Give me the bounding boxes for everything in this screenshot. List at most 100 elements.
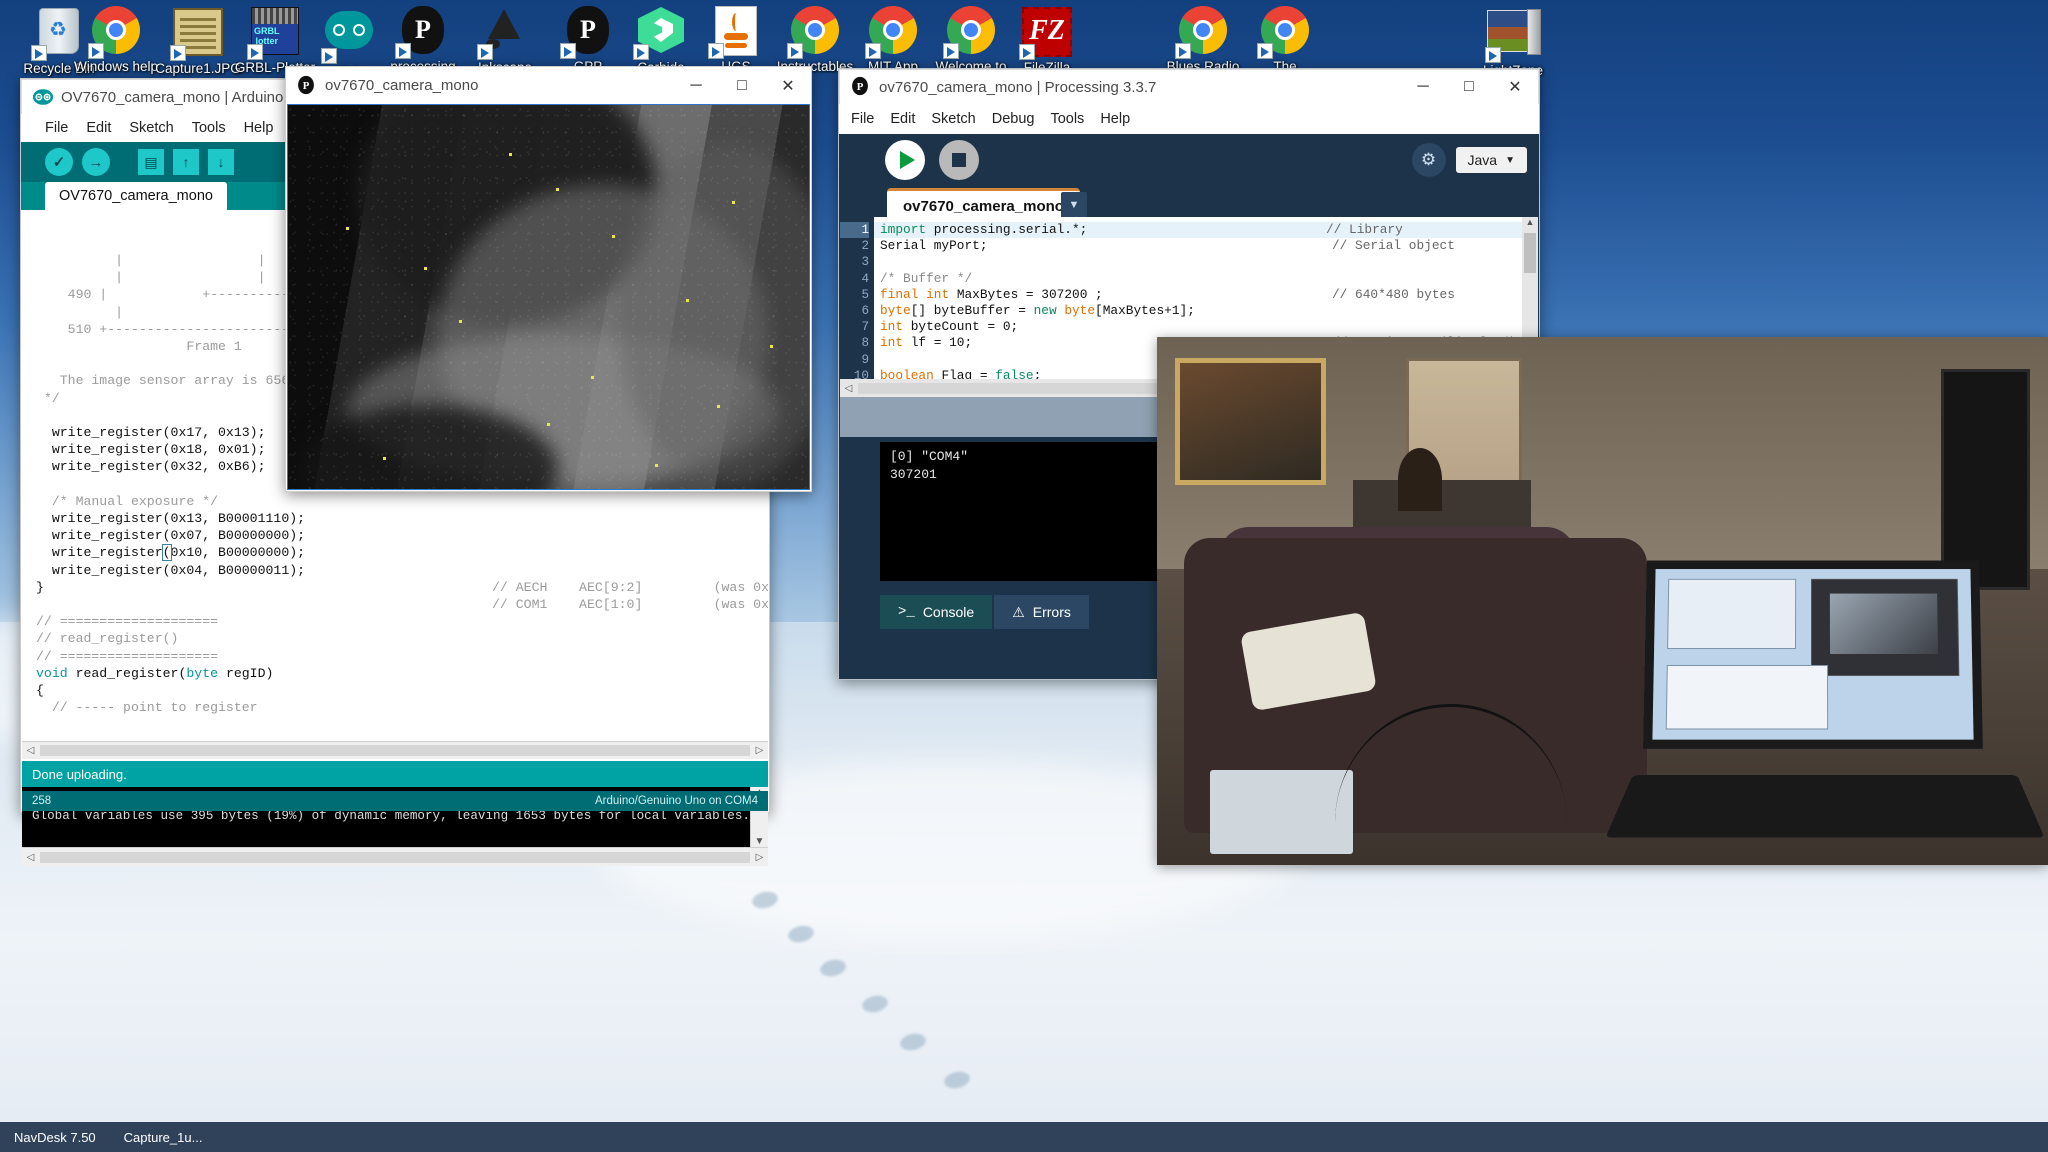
desktop-icon-filezilla[interactable]: FZFileZilla: [994, 4, 1100, 75]
arduino-console-hscrollbar[interactable]: ◁ ▷: [22, 847, 768, 866]
scroll-track[interactable]: [40, 745, 750, 756]
tab-ov7670-camera-mono[interactable]: OV7670_camera_mono: [45, 182, 227, 210]
menu-edit[interactable]: Edit: [890, 111, 915, 127]
arduino-editor-hscrollbar[interactable]: ◁ ▷: [22, 741, 768, 759]
menu-help[interactable]: Help: [244, 120, 274, 136]
menu-tools[interactable]: Tools: [1050, 111, 1084, 127]
code-line-comment: // 640*480 bytes: [1332, 286, 1455, 302]
grbl-plotter-icon: GRBL lotter: [247, 7, 301, 60]
line-number: 9: [861, 352, 869, 367]
java-jar-icon: [708, 6, 762, 59]
warning-icon: ⚠: [1012, 603, 1025, 620]
maximize-button[interactable]: □: [719, 67, 765, 104]
scroll-track[interactable]: [40, 851, 750, 863]
code-line: import processing.serial.*;// Library: [874, 222, 1538, 239]
svg-text:P: P: [303, 80, 310, 92]
arduino-inline-comment-aech: // AECH AEC[9:2] (was 0x40) Change AECH[…: [492, 580, 768, 595]
scroll-left-icon[interactable]: ◁: [840, 383, 857, 394]
close-button[interactable]: ✕: [765, 67, 811, 104]
camera-window-title: ov7670_camera_mono: [325, 77, 479, 94]
line-number: 3: [861, 255, 869, 270]
carbide-icon: [633, 7, 687, 60]
scroll-right-icon[interactable]: ▷: [751, 745, 768, 756]
stop-button[interactable]: [939, 140, 979, 180]
scroll-left-icon[interactable]: ◁: [22, 852, 39, 863]
board-port-label: Arduino/Genuino Uno on COM4: [594, 795, 758, 807]
code-line: /* Buffer */: [880, 270, 973, 286]
processing-icon: P: [296, 75, 318, 97]
image-file-icon: [170, 8, 224, 61]
camera-window-buttons[interactable]: ─ □ ✕: [673, 67, 811, 104]
processing-window-buttons[interactable]: ─ □ ✕: [1400, 70, 1538, 104]
mode-selector[interactable]: Java ▼: [1455, 147, 1527, 173]
line-number: 2: [861, 239, 869, 254]
run-button[interactable]: [885, 140, 925, 180]
code-line-comment: // Serial object: [1332, 238, 1455, 254]
upload-button[interactable]: →: [82, 148, 110, 176]
scroll-thumb[interactable]: [1524, 233, 1536, 273]
tab-errors[interactable]: ⚠ Errors: [994, 595, 1089, 629]
camera-titlebar[interactable]: P ov7670_camera_mono ─ □ ✕: [286, 67, 811, 104]
camera-image-noise: [288, 105, 809, 489]
line-number: 10: [853, 368, 869, 379]
line-number: 6: [861, 304, 869, 319]
chrome-icon: [943, 6, 997, 59]
menu-debug[interactable]: Debug: [992, 111, 1035, 127]
processing-menubar[interactable]: File Edit Sketch Debug Tools Help: [839, 104, 1539, 134]
processing-mode-group[interactable]: ⚙ Java ▼: [1411, 143, 1539, 177]
menu-file[interactable]: File: [45, 120, 68, 136]
menu-file[interactable]: File: [851, 111, 874, 127]
arduino-window-title: OV7670_camera_mono | Arduino 1.8.7: [61, 88, 321, 106]
processing-icon: P: [560, 6, 614, 59]
taskbar-item-navdesk[interactable]: NavDesk 7.50: [0, 1122, 110, 1152]
menu-tools[interactable]: Tools: [192, 120, 226, 136]
maximize-button[interactable]: □: [1446, 70, 1492, 104]
minimize-button[interactable]: ─: [1400, 70, 1446, 104]
code-line: int byteCount = 0;: [880, 319, 1019, 335]
arduino-icon: [321, 11, 375, 64]
chrome-icon: [88, 6, 142, 59]
code-line: Serial myPort;// Serial object: [880, 238, 1455, 254]
photo-laptop-screen: [1643, 560, 1983, 749]
processing-titlebar[interactable]: P ov7670_camera_mono | Processing 3.3.7 …: [839, 69, 1539, 104]
chrome-icon: [865, 6, 919, 59]
scroll-down-icon[interactable]: ▼: [755, 836, 765, 847]
camera-image-canvas: [287, 104, 810, 490]
processing-icon: P: [850, 76, 872, 98]
desktop-icon-lightzone[interactable]: LightZone: [1460, 4, 1566, 78]
scroll-left-icon[interactable]: ◁: [22, 745, 39, 756]
verify-button[interactable]: ✓: [45, 148, 73, 176]
processing-toolbar[interactable]: ⚙ Java ▼: [839, 134, 1539, 186]
mode-label: Java: [1467, 152, 1498, 168]
scroll-up-icon[interactable]: ▲: [1522, 217, 1538, 233]
menu-help[interactable]: Help: [1100, 111, 1130, 127]
menu-edit[interactable]: Edit: [86, 120, 111, 136]
open-sketch-button[interactable]: ↑: [173, 149, 199, 175]
photo-laptop-screen-content: [1652, 568, 1974, 740]
camera-preview-window[interactable]: P ov7670_camera_mono ─ □ ✕: [285, 66, 812, 492]
save-sketch-button[interactable]: ↓: [208, 149, 234, 175]
tab-menu-button[interactable]: ▼: [1061, 192, 1087, 218]
arduino-inline-comment-com1: // COM1 AEC[1:0] (was 0x00) Change COM1[…: [492, 597, 768, 612]
close-button[interactable]: ✕: [1492, 70, 1538, 104]
tab-console[interactable]: >_ Console: [880, 595, 993, 629]
scroll-right-icon[interactable]: ▷: [751, 852, 768, 863]
tab-console-label: Console: [922, 604, 975, 620]
processing-icon: P: [395, 6, 449, 59]
taskbar[interactable]: NavDesk 7.50 Capture_1u...: [0, 1122, 2048, 1152]
menu-sketch[interactable]: Sketch: [931, 111, 975, 127]
photo-framed-picture: [1174, 358, 1327, 485]
photo-laptop: [1605, 559, 2045, 855]
minimize-button[interactable]: ─: [673, 67, 719, 104]
code-line: byte[] byteBuffer = new byte[MaxBytes+1]…: [880, 303, 1195, 319]
debug-icon[interactable]: ⚙: [1411, 143, 1446, 177]
menu-sketch[interactable]: Sketch: [129, 120, 173, 136]
arduino-status-message: Done uploading.: [22, 761, 768, 787]
desktop-icon-the[interactable]: The: [1232, 4, 1338, 74]
arduino-statusbar: 258 Arduino/Genuino Uno on COM4: [22, 791, 768, 811]
filezilla-icon: FZ: [1019, 7, 1073, 60]
processing-console-tabs[interactable]: >_ Console ⚠ Errors: [880, 595, 1089, 629]
new-sketch-button[interactable]: ▤: [138, 149, 164, 175]
taskbar-item-capture[interactable]: Capture_1u...: [110, 1122, 217, 1152]
